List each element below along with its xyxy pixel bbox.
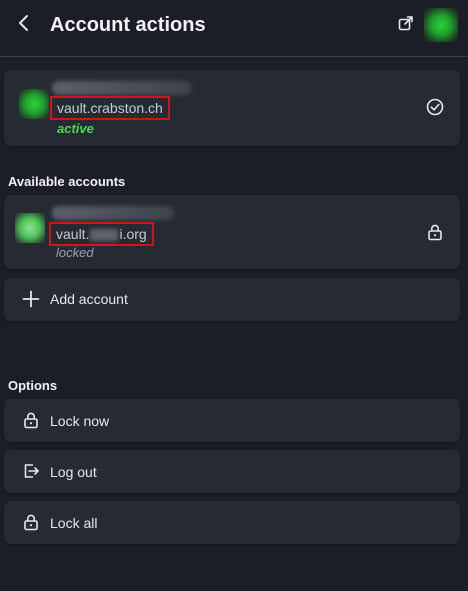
lock-now-button[interactable]: Lock now	[4, 399, 460, 442]
page-title: Account actions	[50, 14, 206, 36]
popout-button[interactable]	[396, 15, 416, 35]
divider	[0, 56, 468, 57]
plus-icon	[21, 289, 41, 309]
log-out-button[interactable]: Log out	[4, 450, 460, 493]
account-avatar	[19, 89, 49, 119]
account-status-active: active	[57, 121, 94, 136]
add-account-button[interactable]: Add account	[4, 278, 460, 321]
back-button[interactable]	[12, 12, 36, 38]
log-out-label: Log out	[50, 464, 97, 480]
header-bar: Account actions	[0, 0, 468, 50]
lock-icon	[21, 410, 41, 430]
redacted-account-name	[52, 206, 174, 220]
account-server: vault. i.org	[49, 222, 154, 246]
available-account-card[interactable]: vault. i.org locked	[4, 195, 460, 269]
account-server: vault.crabston.ch	[50, 96, 170, 120]
options-heading: Options	[8, 378, 58, 393]
lock-all-button[interactable]: Lock all	[4, 501, 460, 544]
avatar[interactable]	[424, 8, 458, 42]
available-accounts-heading: Available accounts	[8, 174, 126, 189]
add-account-label: Add account	[50, 291, 128, 307]
lock-all-label: Lock all	[50, 515, 98, 531]
account-avatar	[15, 213, 45, 243]
lock-icon	[21, 512, 41, 532]
redacted-server-part	[90, 229, 119, 242]
active-account-card[interactable]: vault.crabston.ch active	[4, 70, 460, 146]
account-status-locked: locked	[56, 245, 94, 260]
popout-icon	[398, 15, 414, 36]
redacted-account-name	[52, 81, 192, 95]
check-circle-icon	[425, 97, 445, 117]
chevron-left-icon	[17, 14, 31, 37]
logout-icon	[21, 461, 41, 481]
lock-icon	[425, 222, 445, 242]
lock-now-label: Lock now	[50, 413, 110, 429]
